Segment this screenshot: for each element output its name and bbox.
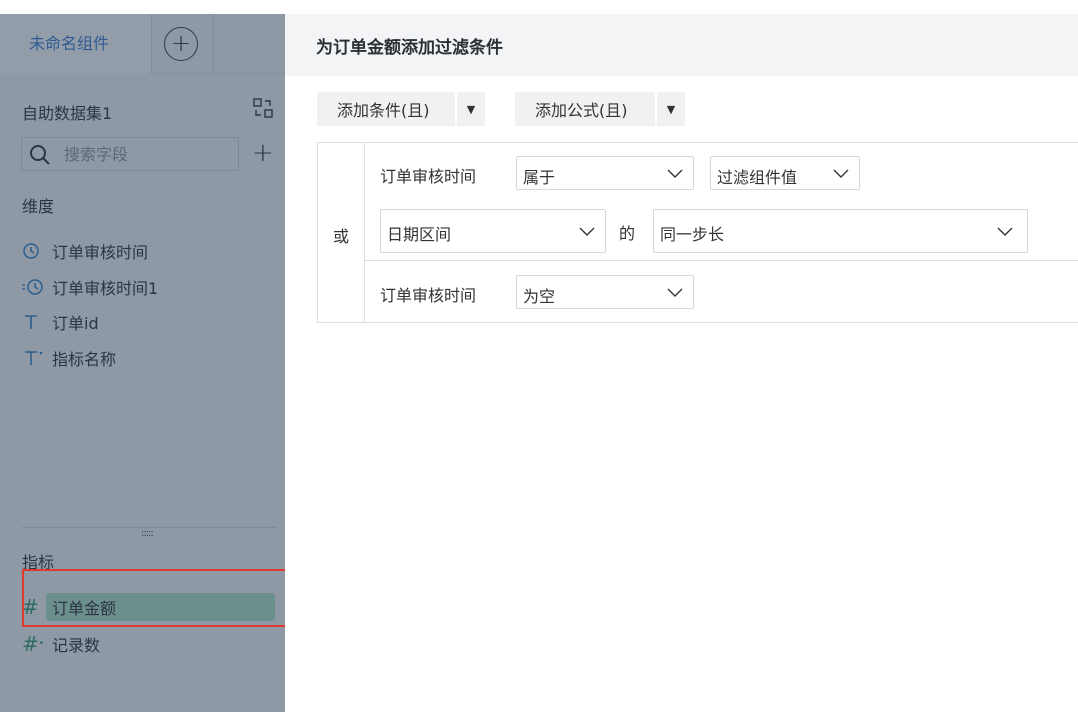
chevron-down-icon [667, 169, 683, 178]
add-formula-dropdown[interactable]: ▼ [657, 92, 685, 126]
plus-circle-icon: + [164, 27, 198, 61]
measure-label: 记录数 [52, 636, 101, 655]
component-tabs: 未命名组件 + [0, 14, 285, 74]
chevron-down-icon [997, 227, 1013, 236]
operator-value: 属于 [523, 168, 556, 187]
add-condition-dropdown[interactable]: ▼ [457, 92, 485, 126]
add-component-button[interactable]: + [152, 14, 214, 74]
dataset-name: 自助数据集1 [22, 104, 113, 123]
panel-title: 为订单金额添加过滤条件 [316, 38, 503, 58]
app-window: 未命名组件 + 自助数据集1 + 维度 订单审核时间 [0, 0, 1078, 712]
dimension-label: 订单id [52, 314, 99, 333]
add-formula-label: 添加公式(且) [535, 101, 628, 120]
search-input[interactable] [64, 142, 232, 166]
operator-value: 为空 [523, 287, 556, 306]
text-type-icon [22, 313, 52, 331]
derived-clock-icon [22, 278, 52, 296]
dimension-item[interactable]: 订单审核时间1 [22, 274, 158, 300]
add-condition-label: 添加条件(且) [337, 101, 430, 120]
value-type-value: 过滤组件值 [717, 168, 798, 187]
condition-field-label: 订单审核时间 [380, 286, 477, 305]
date-range-value: 日期区间 [387, 225, 452, 244]
de-label: 的 [619, 224, 636, 243]
value-type-select[interactable]: 过滤组件值 [710, 156, 860, 190]
add-formula-button[interactable]: 添加公式(且) [515, 92, 655, 126]
field-search[interactable] [21, 137, 239, 171]
add-field-button[interactable]: + [252, 138, 274, 168]
clock-icon [22, 242, 52, 260]
chevron-down-icon [833, 169, 849, 178]
condition-divider [365, 260, 1078, 261]
chevron-down-icon [579, 227, 595, 236]
add-condition-button[interactable]: 添加条件(且) [317, 92, 455, 126]
filter-panel: 为订单金额添加过滤条件 添加条件(且) ▼ 添加公式(且) ▼ 或 订单审核时间… [285, 14, 1078, 712]
hash-derived-icon: # • [22, 632, 45, 656]
dimension-item[interactable]: 订单审核时间 [22, 238, 148, 264]
dimension-label: 指标名称 [52, 350, 117, 369]
step-select[interactable]: 同一步长 [653, 209, 1028, 253]
condition-field-label: 订单审核时间 [380, 167, 477, 186]
resize-grip-icon[interactable]: ::::: [141, 528, 154, 539]
tab-component-name[interactable]: 未命名组件 [0, 14, 152, 74]
dimension-title: 维度 [22, 197, 55, 216]
panel-header: 为订单金额添加过滤条件 [285, 14, 1078, 76]
dimension-item[interactable]: 指标名称 [22, 345, 116, 371]
operator-select[interactable]: 属于 [516, 156, 694, 190]
step-value: 同一步长 [660, 225, 725, 244]
hash-symbol: # [22, 632, 39, 656]
operator-select[interactable]: 为空 [516, 275, 694, 309]
switch-dataset-icon[interactable] [252, 97, 274, 119]
dimension-label: 订单审核时间 [52, 243, 149, 262]
condition-group: 或 订单审核时间 属于 过滤组件值 日期区间 的 同一步长 订单审核时间 为空 [317, 142, 1078, 323]
text-derived-type-icon [22, 349, 52, 367]
or-label: 或 [333, 227, 350, 246]
or-column[interactable]: 或 [318, 143, 365, 322]
date-range-select[interactable]: 日期区间 [380, 209, 606, 253]
search-icon [30, 145, 50, 165]
dimension-label: 订单审核时间1 [52, 279, 159, 298]
chevron-down-icon [667, 288, 683, 297]
highlight-box [22, 569, 287, 627]
measure-item[interactable]: # • 记录数 [22, 631, 100, 657]
dimension-item[interactable]: 订单id [22, 309, 99, 335]
